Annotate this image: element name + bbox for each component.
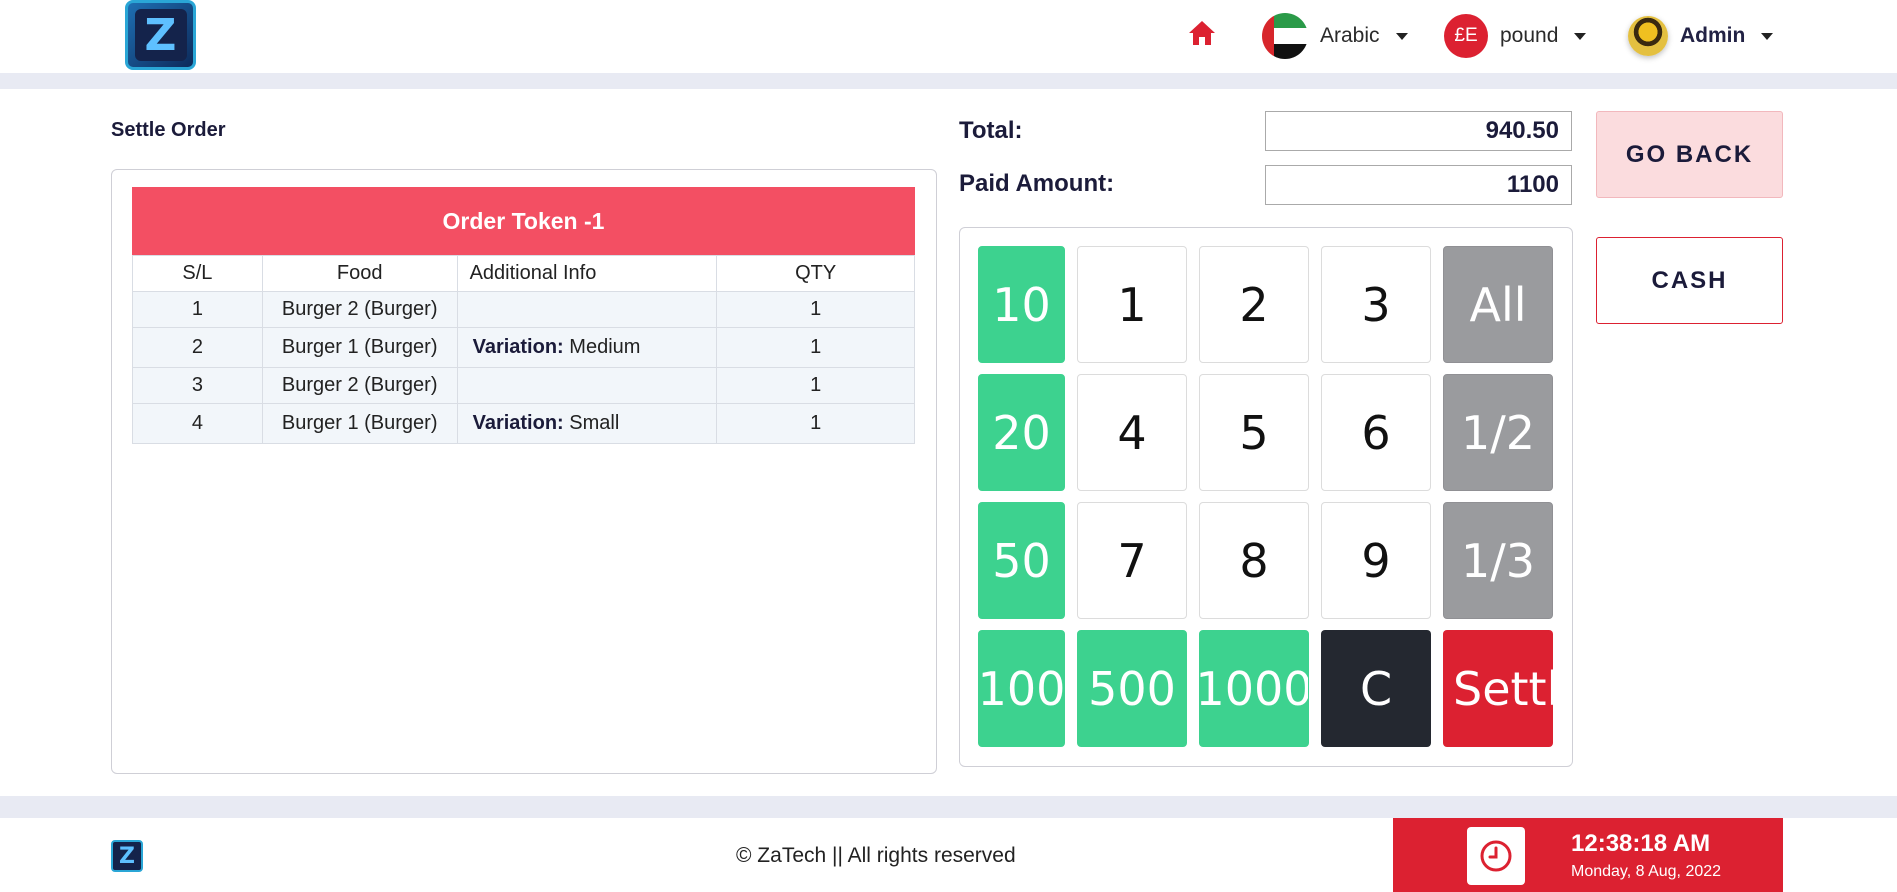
language-dropdown[interactable]: Arabic [1262,13,1408,59]
user-name: Admin [1680,24,1746,47]
clock-time: 12:38:18 AM [1571,830,1711,857]
user-dropdown[interactable]: Admin [1628,14,1774,58]
avatar [1628,16,1668,56]
currency-label: pound [1500,24,1559,47]
table-row: 3 Burger 2 (Burger) 1 [132,367,915,404]
go-back-button[interactable]: GO BACK [1596,111,1783,198]
cell-sl: 2 [132,327,263,368]
cell-info [456,367,718,404]
cell-food: Burger 1 (Burger) [261,403,458,444]
order-table: S/L Food Additional Info QTY 1 Burger 2 … [132,255,915,444]
app-logo[interactable]: Z [125,0,196,70]
cell-qty: 1 [716,367,915,404]
cell-info [456,291,718,328]
copyright-text: © ZaTech || All rights reserved [736,844,1016,867]
key-half[interactable]: 1/2 [1443,374,1553,491]
main-panel: Settle Order Order Token -1 S/L Food Add… [0,89,1897,796]
keypad: 10 1 2 3 All 20 4 5 6 1/2 50 7 8 9 1/3 1… [959,227,1573,767]
app-logo-letter: Z [134,9,187,61]
key-5[interactable]: 5 [1199,374,1309,491]
variation-value: Medium [569,336,641,358]
column-header: QTY [716,255,915,292]
key-500[interactable]: 500 [1077,630,1187,747]
chevron-down-icon [1395,32,1408,40]
currency-dropdown[interactable]: £E pound [1444,13,1587,59]
clock-icon [1467,827,1525,885]
chevron-down-icon [1761,32,1774,40]
footer-logo: Z [111,840,143,872]
paid-amount-label: Paid Amount: [959,170,1115,197]
home-icon[interactable] [1188,20,1216,46]
paid-amount-field[interactable] [1265,165,1572,205]
key-1[interactable]: 1 [1077,246,1187,363]
clock-date: Monday, 8 Aug, 2022 [1571,863,1722,880]
page-title: Settle Order [111,119,226,141]
key-50[interactable]: 50 [978,502,1065,619]
variation-key: Variation: [472,412,564,434]
language-label: Arabic [1320,24,1380,47]
order-token-header: Order Token -1 [132,187,915,255]
cell-info: Variation: Small [456,403,718,444]
cell-food: Burger 1 (Burger) [261,327,458,368]
column-header: S/L [132,255,263,292]
flag-icon [1262,13,1308,59]
key-clear[interactable]: C [1321,630,1431,747]
key-100[interactable]: 100 [978,630,1065,747]
clock-panel: 12:38:18 AM Monday, 8 Aug, 2022 [1393,818,1783,892]
total-field[interactable] [1265,111,1572,151]
table-row: 4 Burger 1 (Burger) Variation: Small 1 [132,403,915,444]
cell-qty: 1 [716,327,915,368]
cell-sl: 4 [132,403,263,444]
cell-qty: 1 [716,291,915,328]
key-10[interactable]: 10 [978,246,1065,363]
cell-sl: 1 [132,291,263,328]
variation-value: Small [569,412,620,434]
key-8[interactable]: 8 [1199,502,1309,619]
total-label: Total: [959,117,1023,144]
key-9[interactable]: 9 [1321,502,1431,619]
table-header-row: S/L Food Additional Info QTY [132,255,915,292]
table-row: 2 Burger 1 (Burger) Variation: Medium 1 [132,327,915,368]
order-card: Order Token -1 S/L Food Additional Info … [111,169,937,774]
top-header: Z Arabic £E pound Admin [0,0,1897,73]
key-3[interactable]: 3 [1321,246,1431,363]
cell-sl: 3 [132,367,263,404]
key-third[interactable]: 1/3 [1443,502,1553,619]
key-20[interactable]: 20 [978,374,1065,491]
cell-qty: 1 [716,403,915,444]
cell-food: Burger 2 (Burger) [261,367,458,404]
key-4[interactable]: 4 [1077,374,1187,491]
variation-key: Variation: [472,336,564,358]
key-1000[interactable]: 1000 [1199,630,1309,747]
cell-info: Variation: Medium [456,327,718,368]
column-header: Food [261,255,458,292]
currency-badge: £E [1444,14,1488,58]
key-2[interactable]: 2 [1199,246,1309,363]
cash-button[interactable]: CASH [1596,237,1783,324]
table-row: 1 Burger 2 (Burger) 1 [132,291,915,328]
chevron-down-icon [1574,32,1587,40]
footer: Z © ZaTech || All rights reserved 12:38:… [0,818,1897,892]
settle-button[interactable]: Settle [1443,630,1553,747]
key-6[interactable]: 6 [1321,374,1431,491]
key-7[interactable]: 7 [1077,502,1187,619]
cell-food: Burger 2 (Burger) [261,291,458,328]
column-header: Additional Info [456,255,718,292]
key-all[interactable]: All [1443,246,1553,363]
